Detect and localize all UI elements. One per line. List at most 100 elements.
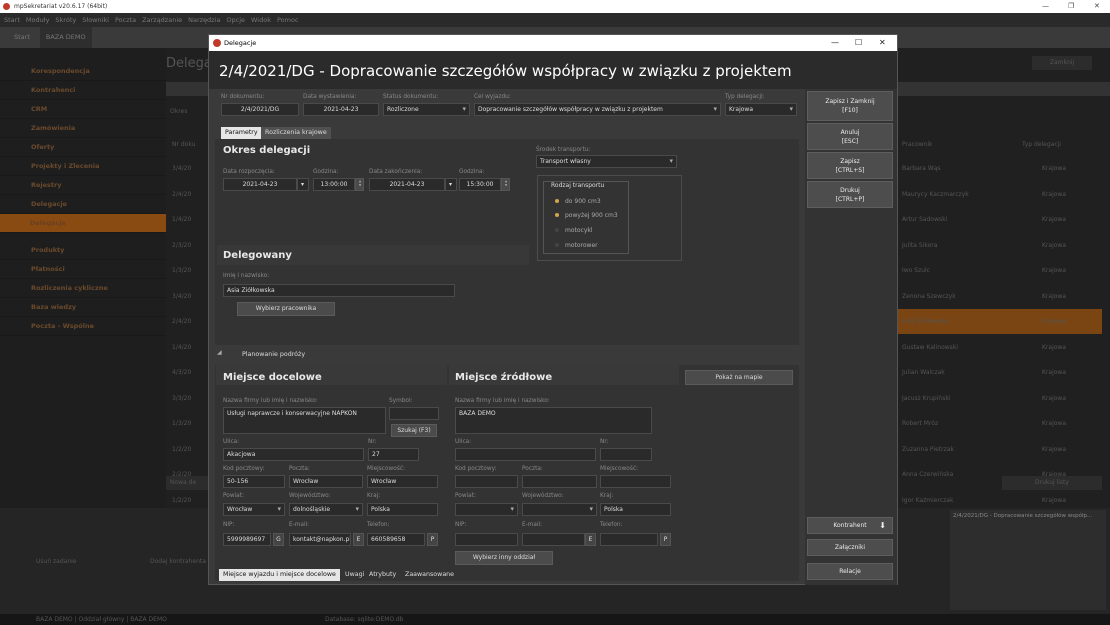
kraj-input[interactable]: Polska bbox=[367, 503, 438, 516]
wybierz-oddzial-button[interactable]: Wybierz inny oddział bbox=[455, 551, 553, 565]
godzina-do-input[interactable]: 15:30:00 bbox=[459, 178, 501, 191]
firma-input[interactable]: Usługi naprawcze i konserwacyjne NAPKON bbox=[223, 407, 386, 434]
radio-do-900[interactable]: do 900 cm3 bbox=[555, 198, 601, 205]
sidebar-item[interactable]: Rozliczenia cykliczne bbox=[0, 279, 166, 298]
zr-poczta-input[interactable] bbox=[522, 475, 597, 488]
menu-item[interactable]: Skróty bbox=[55, 13, 76, 27]
sidebar-item[interactable]: CRM bbox=[0, 100, 166, 119]
bg-nowa-button[interactable]: Nowa de bbox=[166, 476, 208, 490]
ulica-input[interactable]: Akacjowa bbox=[223, 448, 364, 461]
sidebar-item[interactable]: Baza wiedzy bbox=[0, 298, 166, 317]
wybierz-pracownika-button[interactable]: Wybierz pracownika bbox=[237, 302, 335, 316]
menu-item[interactable]: Opcje bbox=[226, 13, 245, 27]
radio-motocykl[interactable]: motocykl bbox=[555, 227, 593, 234]
dz-dropdown-icon[interactable]: ▾ bbox=[445, 178, 457, 191]
sidebar-item[interactable]: Produkty bbox=[0, 241, 166, 260]
zr-powiat-select[interactable] bbox=[455, 503, 518, 516]
radio-powyzej-900[interactable]: powyżej 900 cm3 bbox=[555, 212, 618, 219]
zapisz-button[interactable]: Zapisz [CTRL+S] bbox=[807, 152, 893, 179]
restore-icon[interactable]: ❐ bbox=[1068, 0, 1074, 13]
menu-item[interactable]: Pomoc bbox=[277, 13, 299, 27]
menu-item[interactable]: Moduły bbox=[26, 13, 50, 27]
zr-nr-input[interactable] bbox=[600, 448, 652, 461]
zr-telefon-input[interactable] bbox=[600, 533, 658, 546]
tab-zaawansowane[interactable]: Zaawansowane bbox=[401, 569, 458, 581]
godzina-do-spinner-icon[interactable] bbox=[501, 178, 510, 191]
tab-parametry[interactable]: Parametry bbox=[221, 127, 262, 139]
zr-miej-input[interactable] bbox=[600, 475, 671, 488]
menu-item[interactable]: Narzędzia bbox=[188, 13, 220, 27]
symbol-input[interactable] bbox=[389, 407, 439, 420]
zapisz-zamknij-button[interactable]: Zapisz i Zamknij [F10] bbox=[807, 91, 893, 121]
sidebar-item[interactable]: Projekty i Zlecenia bbox=[0, 157, 166, 176]
miejscowosc-input[interactable]: Wrocław bbox=[367, 475, 438, 488]
menu-item[interactable]: Poczta bbox=[115, 13, 136, 27]
bg-drukuj-button[interactable]: Drukuj listy bbox=[1002, 476, 1102, 490]
sidebar-item[interactable]: Delegacje bbox=[0, 214, 166, 233]
minimize-icon[interactable]: — bbox=[1042, 0, 1049, 13]
sidebar-item[interactable]: Poczta - Wspólne bbox=[0, 317, 166, 336]
planowanie-collapse-icon[interactable]: ◢ bbox=[217, 349, 222, 356]
menu-item[interactable]: Zarządzanie bbox=[142, 13, 182, 27]
zr-kod-input[interactable] bbox=[455, 475, 518, 488]
sidebar-item[interactable]: Zamówienia bbox=[0, 119, 166, 138]
nip-input[interactable]: 5999989697 bbox=[223, 533, 271, 546]
thumbnail[interactable]: 2/4/2021/DG - Dopracowanie szczegółów ws… bbox=[950, 510, 1106, 610]
sidebar-item[interactable]: Płatności bbox=[0, 260, 166, 279]
sidebar-item[interactable]: Rejestry bbox=[0, 176, 166, 195]
godzina-od-input[interactable]: 13:00:00 bbox=[313, 178, 355, 191]
zalaczniki-button[interactable]: Załączniki bbox=[807, 539, 893, 556]
dialog-minimize-icon[interactable]: — bbox=[831, 35, 839, 51]
close-icon[interactable]: ✕ bbox=[1094, 0, 1100, 13]
data-rozpoczecia-input[interactable]: 2021-04-23 bbox=[223, 178, 297, 191]
status-select[interactable]: Rozliczone bbox=[383, 103, 470, 116]
email-input[interactable]: kontakt@napkon.pl bbox=[289, 533, 351, 546]
sidebar-item[interactable]: Oferty bbox=[0, 138, 166, 157]
email-button[interactable]: E bbox=[353, 533, 364, 546]
zr-email-button[interactable]: E bbox=[585, 533, 596, 546]
srodek-transportu-select[interactable]: Transport własny bbox=[536, 155, 677, 168]
cel-select[interactable]: Dopracowanie szczegółów współpracy w zwi… bbox=[474, 103, 721, 116]
radio-motorower[interactable]: motorower bbox=[555, 242, 598, 249]
drukuj-button[interactable]: Drukuj [CTRL+P] bbox=[807, 181, 893, 208]
menu-item[interactable]: Widok bbox=[251, 13, 271, 27]
telefon-input[interactable]: 660589658 bbox=[367, 533, 425, 546]
powiat-select[interactable]: Wrocław bbox=[223, 503, 285, 516]
menu-item[interactable]: Start bbox=[4, 13, 20, 27]
poczta-input[interactable]: Wrocław bbox=[289, 475, 363, 488]
app-tab[interactable]: BAZA DEMO bbox=[39, 27, 92, 48]
imie-input[interactable]: Asia Ziółkowska bbox=[223, 284, 455, 297]
gus-button[interactable]: G bbox=[273, 533, 284, 546]
data-zakonczenia-input[interactable]: 2021-04-23 bbox=[369, 178, 445, 191]
data-wystawienia-input[interactable]: 2021-04-23 bbox=[303, 103, 379, 116]
sidebar-item[interactable]: Korespondencja bbox=[0, 62, 166, 81]
zr-phone-button[interactable]: P bbox=[660, 533, 671, 546]
kontrahent-button[interactable]: Kontrahent ⬇ bbox=[807, 517, 893, 534]
godzina-od-spinner-icon[interactable] bbox=[355, 178, 364, 191]
typ-select[interactable]: Krajowa bbox=[725, 103, 797, 116]
bg-zamknij-button[interactable]: Zamknij bbox=[1032, 56, 1092, 70]
app-tab[interactable]: Start bbox=[14, 27, 30, 48]
zr-ulica-input[interactable] bbox=[455, 448, 596, 461]
zr-woj-select[interactable] bbox=[522, 503, 597, 516]
tab-atrybuty[interactable]: Atrybuty bbox=[365, 569, 400, 581]
menu-item[interactable]: Słowniki bbox=[82, 13, 109, 27]
dr-dropdown-icon[interactable]: ▾ bbox=[297, 178, 309, 191]
sidebar-item[interactable]: Kontrahenci bbox=[0, 81, 166, 100]
dialog-maximize-icon[interactable]: ☐ bbox=[855, 35, 862, 51]
zr-kraj-input[interactable]: Polska bbox=[600, 503, 671, 516]
tab-rozliczenia[interactable]: Rozliczenia krajowe bbox=[261, 127, 331, 139]
zr-email-input[interactable] bbox=[522, 533, 585, 546]
dialog-close-icon[interactable]: ✕ bbox=[879, 35, 886, 51]
relacje-button[interactable]: Relacje bbox=[807, 563, 893, 580]
tab-miejsce-wyjazdu[interactable]: Miejsce wyjazdu i miejsce docelowe bbox=[219, 569, 340, 581]
nr-dokumentu-input[interactable]: 2/4/2021/DG bbox=[221, 103, 299, 116]
zr-firma-input[interactable]: BAZA DEMO bbox=[455, 407, 652, 434]
wojewodztwo-select[interactable]: dolnośląskie bbox=[289, 503, 363, 516]
szukaj-button[interactable]: Szukaj (F3) bbox=[391, 424, 437, 437]
anuluj-button[interactable]: Anuluj [ESC] bbox=[807, 123, 893, 150]
phone-button[interactable]: P bbox=[427, 533, 438, 546]
pokaz-na-mapie-button[interactable]: Pokaż na mapie bbox=[685, 370, 793, 385]
sidebar-item[interactable]: Delegacje bbox=[0, 195, 166, 214]
zr-nip-input[interactable] bbox=[455, 533, 518, 546]
